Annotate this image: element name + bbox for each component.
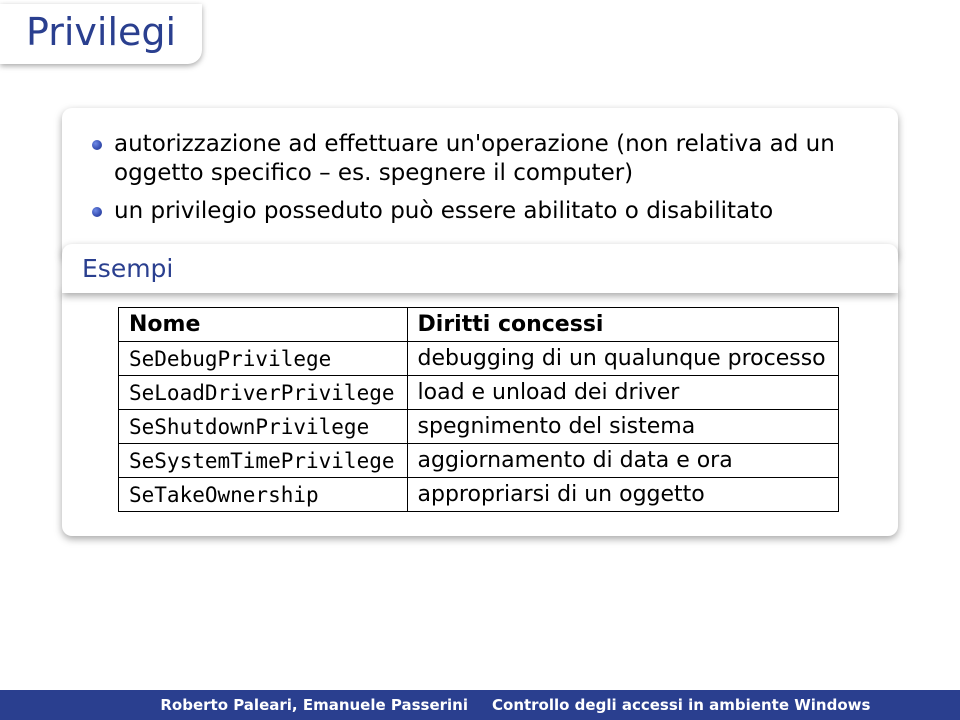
footer-right: Controllo degli accessi in ambiente Wind… <box>480 690 960 720</box>
table-header-row: Nome Diritti concessi <box>119 308 839 342</box>
cell-priv-name: SeLoadDriverPrivilege <box>119 376 408 410</box>
example-heading: Esempi <box>82 254 173 283</box>
bullet-item: autorizzazione ad effettuare un'operazio… <box>90 130 870 189</box>
footer-left: Roberto Paleari, Emanuele Passerini <box>0 690 480 720</box>
cell-priv-name: SeDebugPrivilege <box>119 342 408 376</box>
privileges-table: Nome Diritti concessi SeDebugPrivilege d… <box>118 307 839 512</box>
slide: Privilegi autorizzazione ad effettuare u… <box>0 0 960 720</box>
col-header-name: Nome <box>119 308 408 342</box>
cell-priv-name: SeShutdownPrivilege <box>119 410 408 444</box>
cell-priv-rights: aggiornamento di data e ora <box>407 444 838 478</box>
content-block: autorizzazione ad effettuare un'operazio… <box>62 108 898 260</box>
cell-priv-name: SeSystemTimePrivilege <box>119 444 408 478</box>
table-row: SeSystemTimePrivilege aggiornamento di d… <box>119 444 839 478</box>
title-container: Privilegi <box>0 0 202 72</box>
footer-bar: Roberto Paleari, Emanuele Passerini Cont… <box>0 690 960 720</box>
bullet-text: un privilegio posseduto può essere abili… <box>114 198 773 224</box>
example-block: Esempi Nome Diritti concessi SeDebugPriv… <box>62 244 898 536</box>
table-row: SeShutdownPrivilege spegnimento del sist… <box>119 410 839 444</box>
table-row: SeTakeOwnership appropriarsi di un ogget… <box>119 478 839 512</box>
col-header-rights: Diritti concessi <box>407 308 838 342</box>
footer-title: Controllo degli accessi in ambiente Wind… <box>492 696 870 714</box>
cell-priv-rights: load e unload dei driver <box>407 376 838 410</box>
footer-authors: Roberto Paleari, Emanuele Passerini <box>160 696 468 714</box>
bullet-text: autorizzazione ad effettuare un'operazio… <box>114 131 835 186</box>
cell-priv-name: SeTakeOwnership <box>119 478 408 512</box>
cell-priv-rights: appropriarsi di un oggetto <box>407 478 838 512</box>
bullet-list: autorizzazione ad effettuare un'operazio… <box>90 130 870 226</box>
slide-title: Privilegi <box>26 10 176 54</box>
cell-priv-rights: spegnimento del sistema <box>407 410 838 444</box>
bullet-item: un privilegio posseduto può essere abili… <box>90 197 870 226</box>
cell-priv-rights: debugging di un qualunque processo <box>407 342 838 376</box>
title-chip: Privilegi <box>0 4 202 64</box>
table-row: SeLoadDriverPrivilege load e unload dei … <box>119 376 839 410</box>
table-row: SeDebugPrivilege debugging di un qualunq… <box>119 342 839 376</box>
example-body: Nome Diritti concessi SeDebugPrivilege d… <box>62 289 898 536</box>
example-header: Esempi <box>62 244 898 293</box>
